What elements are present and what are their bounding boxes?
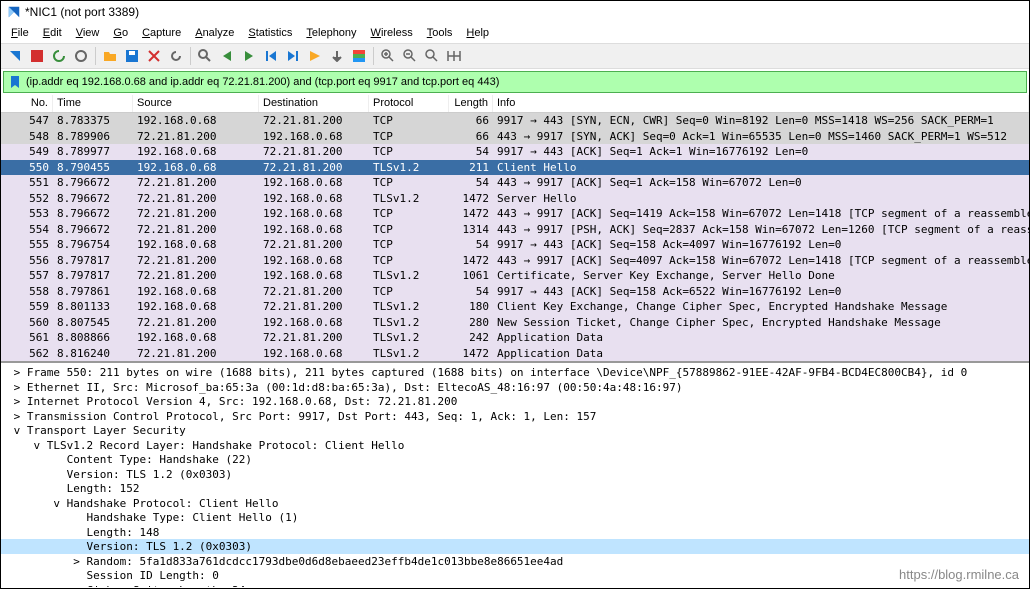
col-no[interactable]: No. — [1, 95, 53, 112]
detail-line[interactable]: Version: TLS 1.2 (0x0303) — [1, 467, 1029, 482]
toolbar — [1, 43, 1029, 69]
auto-scroll-icon[interactable] — [327, 46, 347, 66]
find-icon[interactable] — [195, 46, 215, 66]
col-dst[interactable]: Destination — [259, 95, 369, 112]
zoom-in-icon[interactable] — [378, 46, 398, 66]
packet-row[interactable]: 5538.79667272.21.81.200192.168.0.68TCP14… — [1, 206, 1029, 222]
detail-line[interactable]: Content Type: Handshake (22) — [1, 452, 1029, 467]
menu-tools[interactable]: Tools — [421, 25, 459, 41]
col-proto[interactable]: Protocol — [369, 95, 449, 112]
col-time[interactable]: Time — [53, 95, 133, 112]
start-capture-icon[interactable] — [5, 46, 25, 66]
packet-row[interactable]: 5558.796754192.168.0.6872.21.81.200TCP54… — [1, 237, 1029, 253]
detail-line[interactable]: > Random: 5fa1d833a761dcdcc1793dbe0d6d8e… — [1, 554, 1029, 569]
menu-edit[interactable]: Edit — [37, 25, 68, 41]
window-title: *NIC1 (not port 3389) — [25, 5, 139, 19]
detail-line[interactable]: v TLSv1.2 Record Layer: Handshake Protoc… — [1, 438, 1029, 453]
jump-first-icon[interactable] — [261, 46, 281, 66]
titlebar: *NIC1 (not port 3389) — [1, 1, 1029, 23]
zoom-reset-icon[interactable] — [422, 46, 442, 66]
detail-line[interactable]: v Transport Layer Security — [1, 423, 1029, 438]
options-icon[interactable] — [71, 46, 91, 66]
next-icon[interactable] — [239, 46, 259, 66]
menu-capture[interactable]: Capture — [136, 25, 187, 41]
filter-text[interactable]: (ip.addr eq 192.168.0.68 and ip.addr eq … — [26, 76, 499, 88]
menu-telephony[interactable]: Telephony — [300, 25, 362, 41]
detail-line[interactable]: Length: 152 — [1, 481, 1029, 496]
app-icon — [7, 5, 21, 19]
detail-line[interactable]: > Frame 550: 211 bytes on wire (1688 bit… — [1, 365, 1029, 380]
packet-row[interactable]: 5578.79781772.21.81.200192.168.0.68TLSv1… — [1, 268, 1029, 284]
detail-line[interactable]: Version: TLS 1.2 (0x0303) — [1, 539, 1029, 554]
menu-file[interactable]: File — [5, 25, 35, 41]
menu-help[interactable]: Help — [460, 25, 495, 41]
menu-analyze[interactable]: Analyze — [189, 25, 240, 41]
col-src[interactable]: Source — [133, 95, 259, 112]
prev-icon[interactable] — [217, 46, 237, 66]
bookmark-icon[interactable] — [8, 75, 22, 89]
packet-row[interactable]: 5628.81624072.21.81.200192.168.0.68TLSv1… — [1, 346, 1029, 362]
reload-icon[interactable] — [166, 46, 186, 66]
packet-row[interactable]: 5598.801133192.168.0.6872.21.81.200TLSv1… — [1, 299, 1029, 315]
packet-row[interactable]: 5498.789977192.168.0.6872.21.81.200TCP54… — [1, 144, 1029, 160]
display-filter[interactable]: (ip.addr eq 192.168.0.68 and ip.addr eq … — [3, 71, 1027, 93]
open-icon[interactable] — [100, 46, 120, 66]
packet-row[interactable]: 5508.790455192.168.0.6872.21.81.200TLSv1… — [1, 160, 1029, 176]
jump-last-icon[interactable] — [283, 46, 303, 66]
packet-row[interactable]: 5588.797861192.168.0.6872.21.81.200TCP54… — [1, 284, 1029, 300]
detail-line[interactable]: > Internet Protocol Version 4, Src: 192.… — [1, 394, 1029, 409]
packet-row[interactable]: 5568.79781772.21.81.200192.168.0.68TCP14… — [1, 253, 1029, 269]
packet-row[interactable]: 5548.79667272.21.81.200192.168.0.68TCP13… — [1, 222, 1029, 238]
packet-row[interactable]: 5518.79667272.21.81.200192.168.0.68TCP54… — [1, 175, 1029, 191]
packet-row[interactable]: 5528.79667272.21.81.200192.168.0.68TLSv1… — [1, 191, 1029, 207]
goto-icon[interactable] — [305, 46, 325, 66]
resize-cols-icon[interactable] — [444, 46, 464, 66]
detail-line[interactable]: v Handshake Protocol: Client Hello — [1, 496, 1029, 511]
detail-line[interactable]: Length: 148 — [1, 525, 1029, 540]
menu-statistics[interactable]: Statistics — [242, 25, 298, 41]
close-icon[interactable] — [144, 46, 164, 66]
col-info[interactable]: Info — [493, 95, 1029, 112]
stop-capture-icon[interactable] — [27, 46, 47, 66]
col-len[interactable]: Length — [449, 95, 493, 112]
detail-line[interactable]: Cipher Suites Length: 24 — [1, 583, 1029, 588]
menu-go[interactable]: Go — [107, 25, 134, 41]
packet-row[interactable]: 5618.808866192.168.0.6872.21.81.200TLSv1… — [1, 330, 1029, 346]
menu-view[interactable]: View — [70, 25, 106, 41]
menu-wireless[interactable]: Wireless — [365, 25, 419, 41]
detail-line[interactable]: > Ethernet II, Src: Microsof_ba:65:3a (0… — [1, 380, 1029, 395]
packet-row[interactable]: 5478.783375192.168.0.6872.21.81.200TCP66… — [1, 113, 1029, 129]
packet-list-header[interactable]: No. Time Source Destination Protocol Len… — [1, 95, 1029, 113]
packet-list[interactable]: 5478.783375192.168.0.6872.21.81.200TCP66… — [1, 113, 1029, 361]
zoom-out-icon[interactable] — [400, 46, 420, 66]
watermark: https://blog.rmilne.ca — [899, 567, 1019, 582]
packet-row[interactable]: 5608.80754572.21.81.200192.168.0.68TLSv1… — [1, 315, 1029, 331]
restart-capture-icon[interactable] — [49, 46, 69, 66]
colorize-icon[interactable] — [349, 46, 369, 66]
detail-line[interactable]: Session ID Length: 0 — [1, 568, 1029, 583]
detail-line[interactable]: > Transmission Control Protocol, Src Por… — [1, 409, 1029, 424]
detail-line[interactable]: Handshake Type: Client Hello (1) — [1, 510, 1029, 525]
packet-row[interactable]: 5488.78990672.21.81.200192.168.0.68TCP66… — [1, 129, 1029, 145]
menubar[interactable]: FileEditViewGoCaptureAnalyzeStatisticsTe… — [1, 23, 1029, 43]
save-icon[interactable] — [122, 46, 142, 66]
packet-details[interactable]: > Frame 550: 211 bytes on wire (1688 bit… — [1, 361, 1029, 587]
